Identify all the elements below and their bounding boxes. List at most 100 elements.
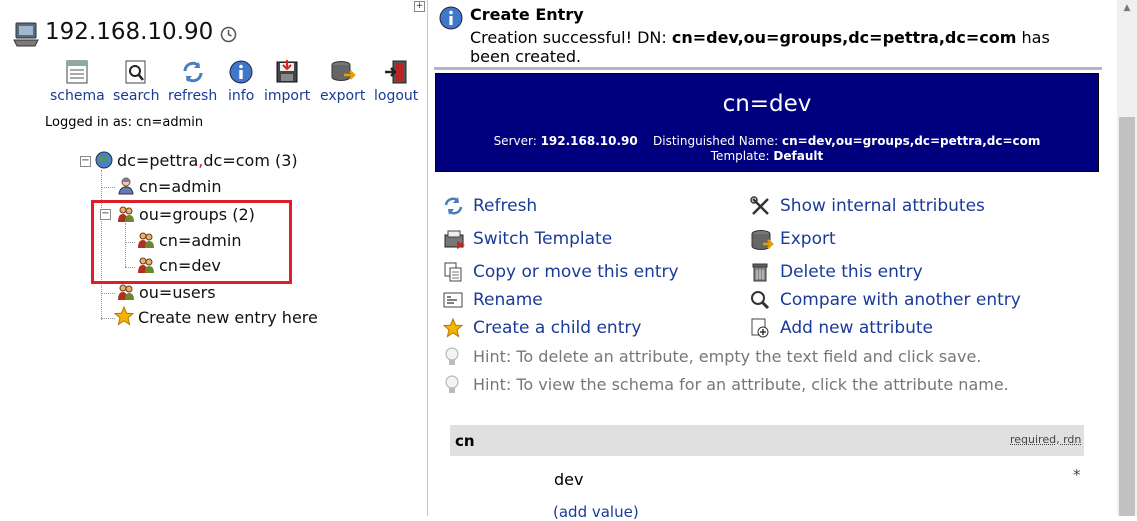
- add-attribute-icon: [751, 318, 769, 338]
- hint-schema-text: Hint: To view the schema for an attribut…: [473, 375, 1009, 394]
- hint-delete: Hint: To delete an attribute, empty the …: [445, 347, 982, 366]
- show-internal-label: Show internal attributes: [780, 196, 985, 216]
- export-icon: [331, 61, 356, 81]
- attribute-flags: required, rdn: [1010, 433, 1082, 446]
- rename-label: Rename: [473, 290, 543, 310]
- copy-move-label: Copy or move this entry: [473, 262, 679, 282]
- add-attribute-link[interactable]: Add new attribute: [751, 318, 933, 338]
- entry-info: Server: 192.168.10.90 Distinguished Name…: [436, 134, 1098, 164]
- lightbulb-icon: [445, 375, 459, 393]
- server-label: Server:: [493, 134, 537, 148]
- tree-connector: [101, 187, 115, 188]
- entry-banner: cn=dev Server: 192.168.10.90 Distinguish…: [435, 73, 1099, 172]
- import-label: import: [264, 88, 311, 104]
- delete-link[interactable]: Delete this entry: [752, 262, 923, 282]
- info-label: info: [228, 88, 255, 104]
- create-new-label: Create new entry here: [138, 308, 318, 327]
- dn-value: cn=dev,ou=groups,dc=pettra,dc=com: [782, 134, 1041, 148]
- tree-item-cn-admin[interactable]: cn=admin: [117, 177, 221, 199]
- compare-link[interactable]: Compare with another entry: [751, 290, 1021, 310]
- refresh-link-label: Refresh: [473, 196, 538, 216]
- search-icon: [125, 60, 146, 84]
- server-value: 192.168.10.90: [540, 134, 638, 148]
- export-link-label: Export: [780, 229, 836, 249]
- hint-delete-text: Hint: To delete an attribute, empty the …: [473, 347, 982, 366]
- schema-button[interactable]: schema: [50, 59, 105, 104]
- attribute-header: [450, 425, 1084, 456]
- refresh-icon: [444, 197, 463, 215]
- star-icon: [113, 305, 135, 330]
- compare-icon: [751, 291, 770, 310]
- lightbulb-icon: [445, 347, 459, 365]
- add-value-link[interactable]: (add value): [553, 503, 639, 521]
- highlight-annotation-box: [91, 200, 292, 284]
- logout-icon: [385, 60, 407, 84]
- switch-template-label: Switch Template: [473, 229, 613, 249]
- root-dn-part2: dc=com (3): [203, 151, 298, 170]
- hint-schema: Hint: To view the schema for an attribut…: [445, 375, 1009, 394]
- import-button[interactable]: import: [264, 59, 310, 104]
- delete-label: Delete this entry: [780, 262, 923, 282]
- compare-label: Compare with another entry: [780, 290, 1021, 310]
- info-icon: [439, 6, 463, 34]
- rename-link[interactable]: Rename: [443, 290, 543, 310]
- message-text: Creation successful! DN: cn=dev,ou=group…: [470, 28, 1090, 66]
- export-button[interactable]: export: [320, 59, 365, 104]
- clock-icon[interactable]: [220, 26, 237, 47]
- attribute-name[interactable]: cn: [455, 432, 475, 450]
- scroll-up-arrow[interactable]: ▲: [1117, 0, 1137, 17]
- ou-users-label: ou=users: [139, 283, 216, 302]
- message-title: Create Entry: [470, 5, 584, 24]
- import-icon: [276, 60, 298, 83]
- show-internal-link[interactable]: Show internal attributes: [750, 196, 985, 216]
- search-label: search: [113, 88, 160, 104]
- logout-label: logout: [374, 88, 419, 104]
- tools-icon: [750, 196, 769, 215]
- tree-panel: + 192.168.10.90 schema search refresh in…: [0, 0, 427, 516]
- tree-item-ou-users[interactable]: ou=users: [117, 283, 216, 305]
- collapse-root-toggle[interactable]: −: [80, 156, 91, 167]
- copy-icon: [444, 262, 462, 282]
- refresh-button[interactable]: refresh: [168, 59, 217, 104]
- export-link[interactable]: Export: [751, 229, 836, 250]
- schema-icon: [66, 60, 88, 84]
- rename-icon: [443, 292, 463, 308]
- template-value: Default: [773, 149, 824, 163]
- refresh-link[interactable]: Refresh: [444, 196, 538, 216]
- logged-in-status: Logged in as: cn=admin: [45, 115, 204, 130]
- refresh-icon: [183, 61, 203, 83]
- root-dn-part1: dc=pettra: [117, 151, 199, 170]
- tree-item-create-new[interactable]: Create new entry here: [113, 305, 318, 330]
- message-divider: [434, 67, 1102, 70]
- attribute-value-input[interactable]: [548, 467, 990, 491]
- server-computer-icon: [12, 22, 40, 52]
- create-child-link[interactable]: Create a child entry: [443, 318, 641, 338]
- logout-button[interactable]: logout: [374, 59, 418, 104]
- switch-template-link[interactable]: Switch Template: [444, 229, 613, 249]
- entry-title: cn=dev: [722, 91, 812, 117]
- user-icon: [117, 177, 135, 199]
- trash-icon: [752, 263, 768, 282]
- tree-item-root[interactable]: dc=pettra,dc=com (3): [95, 151, 298, 173]
- info-icon: [229, 60, 253, 84]
- dn-label: Distinguished Name:: [653, 134, 779, 148]
- expand-panel-button[interactable]: +: [414, 1, 425, 12]
- tree-connector: [101, 293, 115, 294]
- search-button[interactable]: search: [113, 59, 160, 104]
- tree-connector: [101, 318, 115, 319]
- export-icon: [751, 230, 774, 250]
- info-button[interactable]: info: [228, 59, 254, 104]
- template-label: Template:: [710, 149, 770, 163]
- copy-move-link[interactable]: Copy or move this entry: [444, 262, 679, 282]
- server-name[interactable]: 192.168.10.90: [45, 19, 213, 45]
- scrollbar-thumb[interactable]: [1119, 117, 1135, 516]
- schema-label: schema: [50, 88, 105, 104]
- required-marker: *: [1073, 466, 1081, 484]
- refresh-label: refresh: [168, 88, 218, 104]
- message-dn: cn=dev,ou=groups,dc=pettra,dc=com: [671, 28, 1017, 47]
- switch-template-icon: [444, 230, 465, 249]
- globe-icon: [95, 151, 113, 173]
- cn-admin-label: cn=admin: [139, 177, 222, 196]
- export-label: export: [320, 88, 366, 104]
- star-icon: [443, 318, 463, 338]
